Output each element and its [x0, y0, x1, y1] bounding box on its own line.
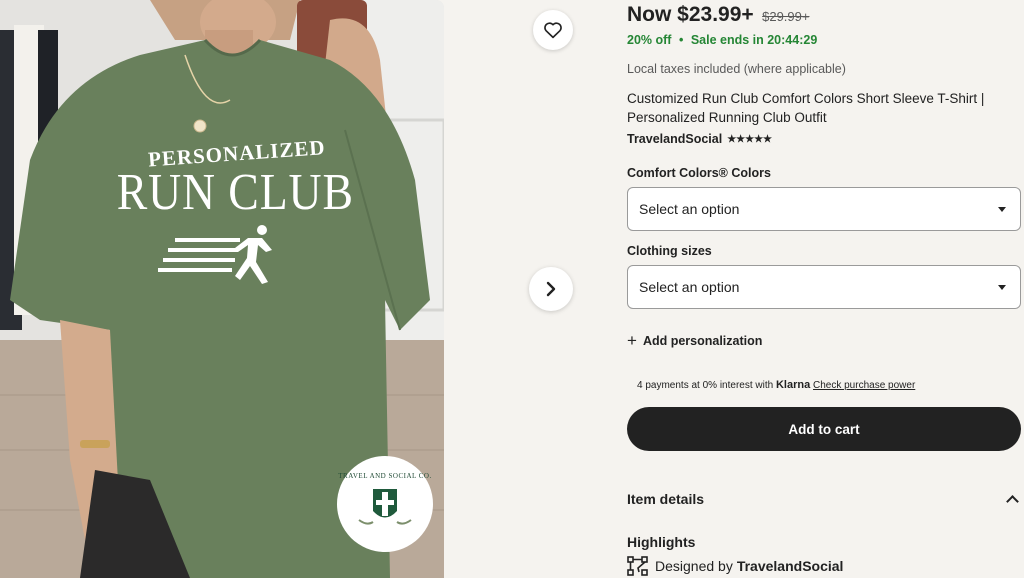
shop-info[interactable]: TravelandSocial ★★★★★	[627, 132, 772, 146]
designer-name[interactable]: TravelandSocial	[737, 558, 844, 574]
chevron-right-icon	[546, 281, 556, 297]
product-title: Customized Run Club Comfort Colors Short…	[627, 91, 985, 125]
size-label: Clothing sizes	[627, 244, 712, 258]
check-purchase-power-link[interactable]: Check purchase power	[813, 380, 915, 391]
klarna-info: 4 payments at 0% interest with Klarna Ch…	[637, 379, 915, 391]
shop-badge: TRAVEL AND SOCIAL CO.	[337, 456, 433, 552]
sale-info: 20% off • Sale ends in 20:44:29	[627, 33, 817, 47]
original-price: $29.99+	[762, 9, 810, 24]
sale-separator: •	[678, 33, 684, 47]
color-label: Comfort Colors® Colors	[627, 166, 771, 180]
color-select[interactable]: Select an option	[627, 187, 1021, 231]
shield-icon	[358, 489, 412, 525]
design-icon	[627, 556, 648, 576]
add-personalization-label: Add personalization	[642, 333, 763, 348]
heart-icon	[544, 22, 562, 39]
current-price: Now $23.99+	[627, 3, 754, 26]
designed-by-row: Designed by TravelandSocial	[627, 556, 843, 576]
shirt-print-main: RUN CLUB	[116, 164, 354, 221]
caret-down-icon	[998, 284, 1006, 290]
add-to-cart-button[interactable]: Add to cart	[627, 407, 1021, 451]
product-image[interactable]: PERSONALIZED RUN CLUB TRAVEL AND SOCIAL …	[0, 0, 444, 578]
sale-countdown: Sale ends in 20:44:29	[690, 33, 818, 47]
highlights-heading: Highlights	[627, 534, 696, 550]
size-select[interactable]: Select an option	[627, 265, 1021, 309]
chevron-up-icon	[1006, 495, 1019, 508]
item-details-label: Item details	[627, 491, 705, 507]
price-row: Now $23.99+ $29.99+	[627, 3, 809, 27]
plus-icon: +	[627, 331, 637, 350]
shop-rating-stars: ★★★★★	[727, 133, 773, 145]
discount-label: 20% off	[627, 33, 672, 47]
caret-down-icon	[998, 206, 1006, 212]
designed-by-text: Designed by	[655, 558, 733, 574]
shop-name-link[interactable]: TravelandSocial	[627, 132, 722, 146]
next-image-button[interactable]	[529, 267, 573, 311]
item-details-toggle[interactable]: Item details	[627, 491, 1021, 508]
size-select-value: Select an option	[639, 279, 740, 295]
color-select-value: Select an option	[639, 201, 740, 217]
taxes-note: Local taxes included (where applicable)	[627, 62, 846, 76]
klarna-text: 4 payments at 0% interest with	[637, 380, 774, 391]
add-personalization-button[interactable]: + Add personalization	[627, 332, 762, 349]
klarna-logo: Klarna	[775, 379, 811, 391]
favorite-button[interactable]	[533, 10, 573, 50]
